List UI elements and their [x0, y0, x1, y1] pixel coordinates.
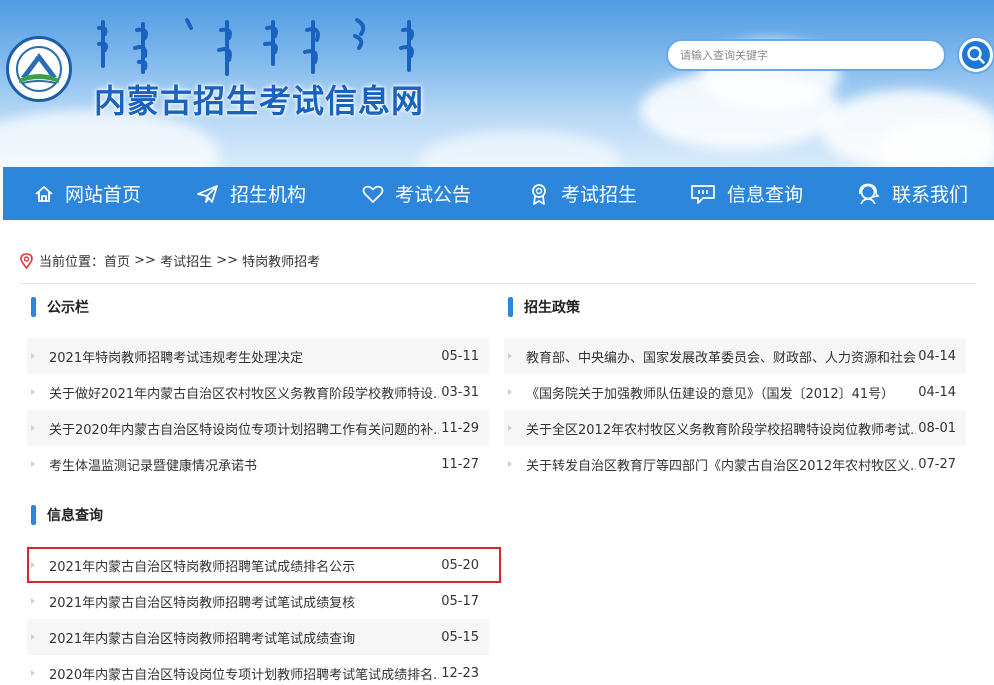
- section-title-query: 信息查询: [31, 505, 103, 525]
- list-item[interactable]: 2021年内蒙古自治区特岗教师招聘考试笔试成绩查询 05-15: [27, 619, 489, 655]
- item-title[interactable]: 《国务院关于加强教师队伍建设的意见》（国发〔2012〕41号）: [526, 383, 894, 402]
- breadcrumb-home[interactable]: 首页: [104, 251, 130, 270]
- nav-item-exam-enrollment[interactable]: 考试招生: [527, 167, 637, 220]
- nav-item-info-query[interactable]: 信息查询: [689, 167, 803, 220]
- item-title[interactable]: 关于全区2012年农村牧区义务教育阶段学校招聘特设岗位教师考试...: [526, 419, 916, 438]
- item-title[interactable]: 2020年内蒙古自治区特设岗位专项计划教师招聘考试笔试成绩排名...: [49, 664, 439, 683]
- award-icon: [532, 183, 546, 205]
- notice-list: 2021年特岗教师招聘考试违规考生处理决定 05-11 关于做好2021年内蒙古…: [27, 338, 489, 482]
- item-title[interactable]: 教育部、中央编办、国家发展改革委员会、财政部、人力资源和社会...: [526, 347, 916, 366]
- item-title[interactable]: 考生体温监测记录暨健康情况承诺书: [49, 455, 257, 474]
- nav-label: 考试招生: [561, 184, 638, 206]
- breadcrumb-current[interactable]: 特岗教师招考: [242, 251, 320, 270]
- nav-label: 信息查询: [727, 184, 804, 206]
- site-logo[interactable]: [6, 36, 72, 102]
- nav-label: 招生机构: [230, 184, 307, 206]
- section-bar: [31, 297, 36, 317]
- section-title-text: 信息查询: [47, 508, 103, 524]
- bullet-icon: [31, 353, 35, 359]
- list-item[interactable]: 关于2020年内蒙古自治区特设岗位专项计划招聘工作有关问题的补... 11-29: [27, 410, 489, 446]
- bullet-icon: [31, 562, 35, 568]
- item-title[interactable]: 2021年内蒙古自治区特岗教师招聘考试笔试成绩复核: [49, 592, 355, 611]
- list-item[interactable]: 关于做好2021年内蒙古自治区农村牧区义务教育阶段学校教师特设... 03-31: [27, 374, 489, 410]
- list-item[interactable]: 2020年内蒙古自治区特设岗位专项计划教师招聘考试笔试成绩排名... 12-23: [27, 655, 489, 685]
- heart-icon: [362, 185, 384, 203]
- item-date: 12-23: [441, 665, 479, 681]
- section-title-text: 招生政策: [524, 300, 580, 316]
- divider: [20, 283, 976, 284]
- nav-item-institutions[interactable]: 招生机构: [196, 167, 306, 220]
- bullet-icon: [31, 634, 35, 640]
- paper-plane-icon: [197, 184, 218, 203]
- item-date: 05-15: [441, 629, 479, 645]
- bullet-icon: [508, 353, 512, 359]
- nav-label: 考试公告: [395, 184, 472, 206]
- list-item-highlighted[interactable]: 2021年内蒙古自治区特岗教师招聘笔试成绩排名公示 05-20: [27, 547, 501, 583]
- search-button[interactable]: [957, 36, 994, 74]
- item-title[interactable]: 2021年特岗教师招聘考试违规考生处理决定: [49, 347, 303, 366]
- item-title[interactable]: 关于2020年内蒙古自治区特设岗位专项计划招聘工作有关问题的补...: [49, 419, 439, 438]
- breadcrumb-prefix: 当前位置：: [39, 255, 105, 270]
- query-list: 2021年内蒙古自治区特岗教师招聘笔试成绩排名公示 05-20 2021年内蒙古…: [27, 547, 501, 685]
- list-item[interactable]: 2021年内蒙古自治区特岗教师招聘考试笔试成绩复核 05-17: [27, 583, 489, 619]
- section-title-text: 公示栏: [47, 300, 89, 316]
- search-icon: [967, 46, 985, 64]
- item-date: 08-01: [918, 420, 956, 436]
- item-date: 05-11: [441, 348, 479, 364]
- bullet-icon: [31, 389, 35, 395]
- list-item[interactable]: 关于全区2012年农村牧区义务教育阶段学校招聘特设岗位教师考试... 08-01: [504, 410, 966, 446]
- support-icon: [859, 183, 880, 204]
- mongolian-script-logo: [97, 18, 414, 76]
- breadcrumb-separator: >>: [212, 253, 243, 268]
- location-pin-icon: [20, 252, 33, 269]
- item-date: 11-29: [441, 420, 479, 436]
- item-title[interactable]: 2021年内蒙古自治区特岗教师招聘笔试成绩排名公示: [49, 556, 355, 575]
- list-item[interactable]: 《国务院关于加强教师队伍建设的意见》（国发〔2012〕41号） 04-14: [504, 374, 966, 410]
- nav-item-home[interactable]: 网站首页: [33, 167, 141, 220]
- item-date: 05-17: [441, 593, 479, 609]
- bullet-icon: [508, 425, 512, 431]
- item-title[interactable]: 关于做好2021年内蒙古自治区农村牧区义务教育阶段学校教师特设...: [49, 383, 439, 402]
- bullet-icon: [31, 461, 35, 467]
- list-item[interactable]: 教育部、中央编办、国家发展改革委员会、财政部、人力资源和社会... 04-14: [504, 338, 966, 374]
- nav-label: 联系我们: [892, 184, 969, 206]
- bullet-icon: [508, 389, 512, 395]
- search-input[interactable]: [666, 39, 946, 71]
- bullet-icon: [31, 598, 35, 604]
- item-date: 11-27: [441, 456, 479, 472]
- breadcrumb-exam-enrollment[interactable]: 考试招生: [160, 251, 212, 270]
- list-item[interactable]: 2021年特岗教师招聘考试违规考生处理决定 05-11: [27, 338, 489, 374]
- item-title[interactable]: 关于转发自治区教育厅等四部门《内蒙古自治区2012年农村牧区义...: [526, 455, 916, 474]
- nav-item-contact[interactable]: 联系我们: [856, 167, 968, 220]
- bullet-icon: [31, 425, 35, 431]
- main-nav: 网站首页 招生机构 考试公告 考试招生 信息查询 联系我们: [3, 167, 994, 220]
- item-date: 07-27: [918, 456, 956, 472]
- bullet-icon: [508, 461, 512, 467]
- list-item[interactable]: 考生体温监测记录暨健康情况承诺书 11-27: [27, 446, 489, 482]
- list-item[interactable]: 关于转发自治区教育厅等四部门《内蒙古自治区2012年农村牧区义... 07-27: [504, 446, 966, 482]
- policy-list: 教育部、中央编办、国家发展改革委员会、财政部、人力资源和社会... 04-14 …: [504, 338, 966, 482]
- item-date: 04-14: [918, 348, 956, 364]
- site-title[interactable]: 内蒙古招生考试信息网: [94, 76, 424, 122]
- item-date: 05-20: [441, 557, 479, 573]
- item-date: 04-14: [918, 384, 956, 400]
- site-header: 内蒙古招生考试信息网: [0, 0, 994, 167]
- bullet-icon: [31, 670, 35, 676]
- section-title-policy: 招生政策: [508, 297, 580, 317]
- section-bar: [508, 297, 513, 317]
- section-title-notice: 公示栏: [31, 297, 89, 317]
- item-date: 03-31: [441, 384, 479, 400]
- home-icon: [35, 185, 53, 202]
- nav-label: 网站首页: [65, 184, 142, 206]
- nav-item-announcements[interactable]: 考试公告: [361, 167, 471, 220]
- section-bar: [31, 505, 36, 525]
- item-title[interactable]: 2021年内蒙古自治区特岗教师招聘考试笔试成绩查询: [49, 628, 355, 647]
- chat-icon: [691, 184, 715, 204]
- breadcrumb: 当前位置： 首页 >> 考试招生 >> 特岗教师招考: [20, 251, 320, 270]
- breadcrumb-separator: >>: [130, 253, 161, 268]
